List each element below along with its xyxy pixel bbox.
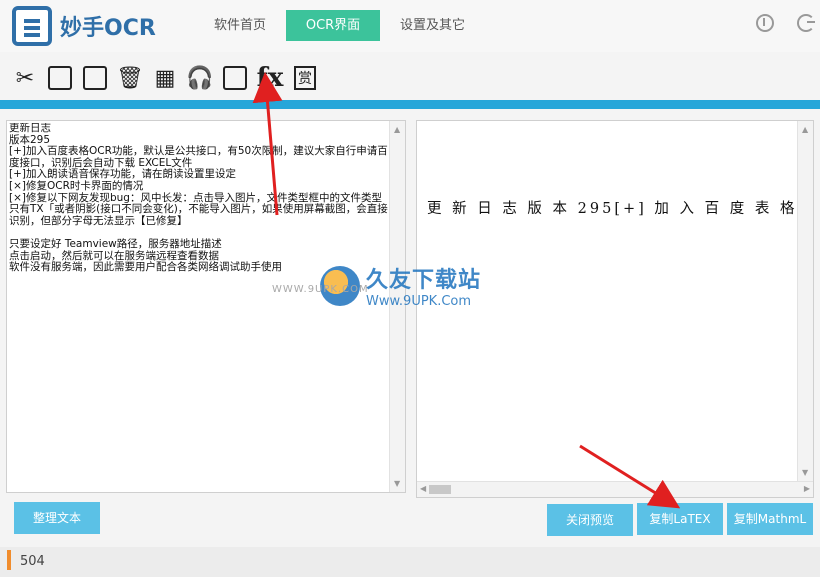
watermark-url: Www.9UPK.Com xyxy=(366,294,472,309)
reward-icon[interactable]: 赏 xyxy=(288,61,322,95)
watermark-url-faint: WWW.9UPK.COM xyxy=(272,284,369,295)
scroll-up-icon[interactable]: ▲ xyxy=(802,125,808,134)
status-count: 504 xyxy=(20,554,45,569)
header: 妙手OCR 软件首页 OCR界面 设置及其它 xyxy=(0,0,820,52)
status-bar: 504 xyxy=(0,547,820,577)
scroll-up-icon[interactable]: ▲ xyxy=(394,125,400,134)
preview-text: 更 新 日 志 版 本 295[+] 加 入 百 度 表 格 OCR 功 xyxy=(427,201,813,217)
status-marker xyxy=(7,550,11,570)
watermark-title: 久友下载站 xyxy=(366,268,482,293)
headphones-icon[interactable]: 🎧 xyxy=(183,61,217,95)
scroll-down-icon[interactable]: ▼ xyxy=(394,479,400,488)
qrcode-icon[interactable]: ▦ xyxy=(148,61,182,95)
scroll-right-icon[interactable]: ▶ xyxy=(804,484,810,493)
export-icon[interactable] xyxy=(78,61,112,95)
exit-icon[interactable] xyxy=(797,14,815,32)
copy-latex-button[interactable]: 复制LaTEX xyxy=(637,503,723,535)
right-horizontal-scrollbar[interactable]: ◀ ▶ xyxy=(417,481,813,497)
delete-icon[interactable]: 🗑 xyxy=(113,61,147,95)
accent-bar xyxy=(0,100,820,109)
app-logo: 妙手OCR xyxy=(12,6,156,46)
scroll-down-icon[interactable]: ▼ xyxy=(802,468,808,477)
scroll-left-icon[interactable]: ◀ xyxy=(420,484,426,493)
tidy-text-button[interactable]: 整理文本 xyxy=(14,502,100,534)
tab-home[interactable]: 软件首页 xyxy=(200,10,280,41)
right-vertical-scrollbar[interactable]: ▲ ▼ xyxy=(797,121,813,481)
download-icon[interactable] xyxy=(756,14,774,32)
main-nav: 软件首页 OCR界面 设置及其它 xyxy=(200,10,485,41)
toolbar: ✂ 🗑 ▦ 🎧 fx 赏 xyxy=(0,58,820,98)
logo-icon xyxy=(12,6,52,46)
scroll-thumb[interactable] xyxy=(429,485,451,494)
copy-mathml-button[interactable]: 复制MathmL xyxy=(727,503,813,535)
formula-icon[interactable]: fx xyxy=(253,61,287,95)
tab-settings[interactable]: 设置及其它 xyxy=(386,10,479,41)
watermark: 久友下载站 WWW.9UPK.COM Www.9UPK.Com xyxy=(272,262,500,318)
reward-label: 赏 xyxy=(294,66,316,90)
import-icon[interactable] xyxy=(43,61,77,95)
tab-ocr[interactable]: OCR界面 xyxy=(286,10,381,41)
ocr-app-window: 妙手OCR 软件首页 OCR界面 设置及其它 ✂ 🗑 ▦ 🎧 fx 赏 更新日志… xyxy=(0,0,820,577)
translate-icon[interactable] xyxy=(218,61,252,95)
scissors-icon[interactable]: ✂ xyxy=(8,61,42,95)
close-preview-button[interactable]: 关闭预览 xyxy=(547,504,633,536)
logo-text: 妙手OCR xyxy=(60,16,156,41)
